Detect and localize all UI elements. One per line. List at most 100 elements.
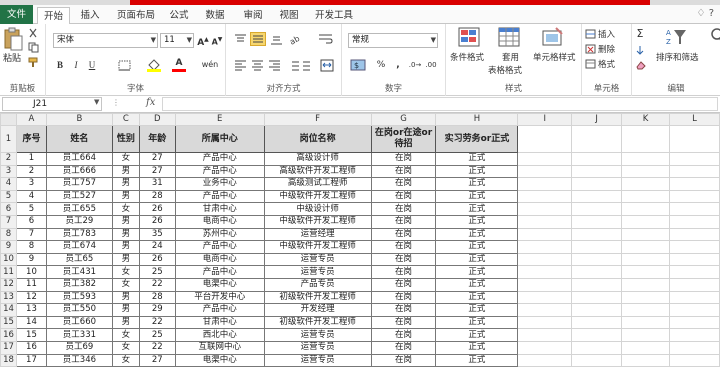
header-cell[interactable]: 姓名 [45, 125, 113, 153]
paste-button[interactable]: 粘贴 [1, 52, 23, 66]
empty-cell[interactable] [669, 177, 720, 191]
table-cell[interactable]: 正式 [435, 214, 519, 229]
underline-icon[interactable]: U [86, 58, 98, 72]
indent-icon[interactable] [288, 60, 312, 71]
accounting-icon[interactable]: $ [350, 58, 370, 72]
table-cell[interactable]: 正式 [435, 353, 519, 368]
column-header[interactable]: D [138, 113, 176, 126]
column-header[interactable]: E [174, 113, 265, 126]
header-cell[interactable]: 所属中心 [174, 125, 265, 153]
row-header[interactable]: 17 [0, 340, 17, 355]
table-cell[interactable]: 员工593 [45, 290, 113, 305]
empty-cell[interactable] [517, 277, 573, 292]
empty-cell[interactable] [669, 227, 720, 242]
column-header[interactable]: I [517, 113, 573, 126]
table-cell[interactable]: 在岗 [370, 290, 437, 305]
empty-cell[interactable] [517, 290, 573, 305]
empty-cell[interactable] [621, 328, 670, 342]
table-cell[interactable]: 正式 [435, 315, 519, 330]
font-size-select[interactable]: 11 ▼ [160, 33, 194, 48]
table-cell[interactable]: 正式 [435, 202, 519, 216]
table-cell[interactable]: 25 [138, 265, 176, 279]
chevron-down-icon[interactable]: ▼ [94, 98, 99, 106]
row-header[interactable]: 3 [0, 164, 17, 179]
row-header[interactable]: 12 [0, 277, 17, 292]
row-header[interactable]: 7 [0, 214, 17, 229]
table-cell[interactable]: 员工29 [45, 214, 113, 229]
empty-cell[interactable] [517, 125, 573, 153]
empty-cell[interactable] [517, 214, 573, 229]
empty-cell[interactable] [517, 340, 573, 355]
grow-font-icon[interactable]: A▲ [197, 33, 209, 50]
table-cell[interactable]: 男 [111, 290, 140, 305]
table-cell[interactable]: 男 [111, 227, 140, 242]
table-cell[interactable]: 女 [111, 265, 140, 279]
sort-filter-button[interactable]: 排序和筛选 [656, 51, 699, 63]
table-cell[interactable]: 在岗 [370, 240, 437, 254]
align-top-icon[interactable] [234, 34, 247, 45]
column-header[interactable]: K [621, 113, 670, 126]
empty-cell[interactable] [517, 152, 573, 166]
empty-cell[interactable] [517, 315, 573, 330]
empty-cell[interactable] [571, 328, 623, 342]
conditional-format-icon[interactable] [458, 27, 480, 47]
empty-cell[interactable] [571, 265, 623, 279]
table-cell[interactable]: 正式 [435, 265, 519, 279]
table-cell[interactable]: 甘肃中心 [174, 315, 265, 330]
empty-cell[interactable] [669, 303, 720, 317]
table-cell[interactable]: 员工69 [45, 340, 113, 355]
table-cell[interactable]: 员工346 [45, 353, 113, 368]
formula-input[interactable] [162, 97, 718, 111]
empty-cell[interactable] [621, 277, 670, 292]
row-header[interactable]: 13 [0, 290, 17, 305]
table-cell[interactable]: 正式 [435, 303, 519, 317]
table-cell[interactable]: 10 [15, 265, 47, 279]
empty-cell[interactable] [571, 164, 623, 179]
orientation-icon[interactable]: ab [288, 33, 304, 45]
column-header[interactable]: C [111, 113, 140, 126]
font-name-select[interactable]: 宋体 ▼ [53, 33, 158, 48]
row-header[interactable]: 9 [0, 240, 17, 254]
row-header[interactable]: 16 [0, 328, 17, 342]
table-cell[interactable]: 员工783 [45, 227, 113, 242]
table-cell[interactable]: 产品中心 [174, 189, 265, 204]
row-header[interactable]: 1 [0, 125, 17, 153]
empty-cell[interactable] [669, 214, 720, 229]
table-cell[interactable]: 15 [15, 328, 47, 342]
conditional-format-button[interactable]: 条件格式 [450, 51, 484, 63]
empty-cell[interactable] [621, 152, 670, 166]
tab-view[interactable]: 视图 [276, 7, 302, 24]
table-cell[interactable]: 电商中心 [174, 214, 265, 229]
table-cell[interactable]: 在岗 [370, 265, 437, 279]
table-cell[interactable]: 男 [111, 189, 140, 204]
table-cell[interactable]: 女 [111, 202, 140, 216]
empty-cell[interactable] [571, 290, 623, 305]
column-header[interactable]: B [45, 113, 113, 126]
row-header[interactable]: 10 [0, 252, 17, 267]
delete-cells-button[interactable]: 删除 [598, 43, 615, 55]
table-cell[interactable]: 正式 [435, 189, 519, 204]
header-cell[interactable]: 实习劳务or正式 [435, 125, 519, 153]
table-cell[interactable]: 13 [15, 303, 47, 317]
table-cell[interactable]: 初级软件开发工程师 [263, 290, 372, 305]
table-cell[interactable]: 22 [138, 315, 176, 330]
table-cell[interactable]: 运营专员 [263, 265, 372, 279]
row-header[interactable]: 2 [0, 152, 17, 166]
table-cell[interactable]: 中级软件开发工程师 [263, 214, 372, 229]
table-cell[interactable]: 在岗 [370, 152, 437, 166]
table-cell[interactable]: 平台开发中心 [174, 290, 265, 305]
percent-icon[interactable]: % [375, 58, 387, 72]
table-cell[interactable]: 产品中心 [174, 164, 265, 179]
table-cell[interactable]: 7 [15, 227, 47, 242]
empty-cell[interactable] [669, 240, 720, 254]
clear-icon[interactable] [635, 60, 646, 70]
table-cell[interactable]: 正式 [435, 252, 519, 267]
table-cell[interactable]: 电渠中心 [174, 353, 265, 368]
format-painter-icon[interactable] [28, 57, 39, 68]
table-cell[interactable]: 产品中心 [174, 303, 265, 317]
empty-cell[interactable] [669, 277, 720, 292]
empty-cell[interactable] [517, 265, 573, 279]
cell-styles-button[interactable]: 单元格样式 [533, 51, 576, 63]
tab-insert[interactable]: 插入 [76, 7, 104, 24]
empty-cell[interactable] [621, 240, 670, 254]
